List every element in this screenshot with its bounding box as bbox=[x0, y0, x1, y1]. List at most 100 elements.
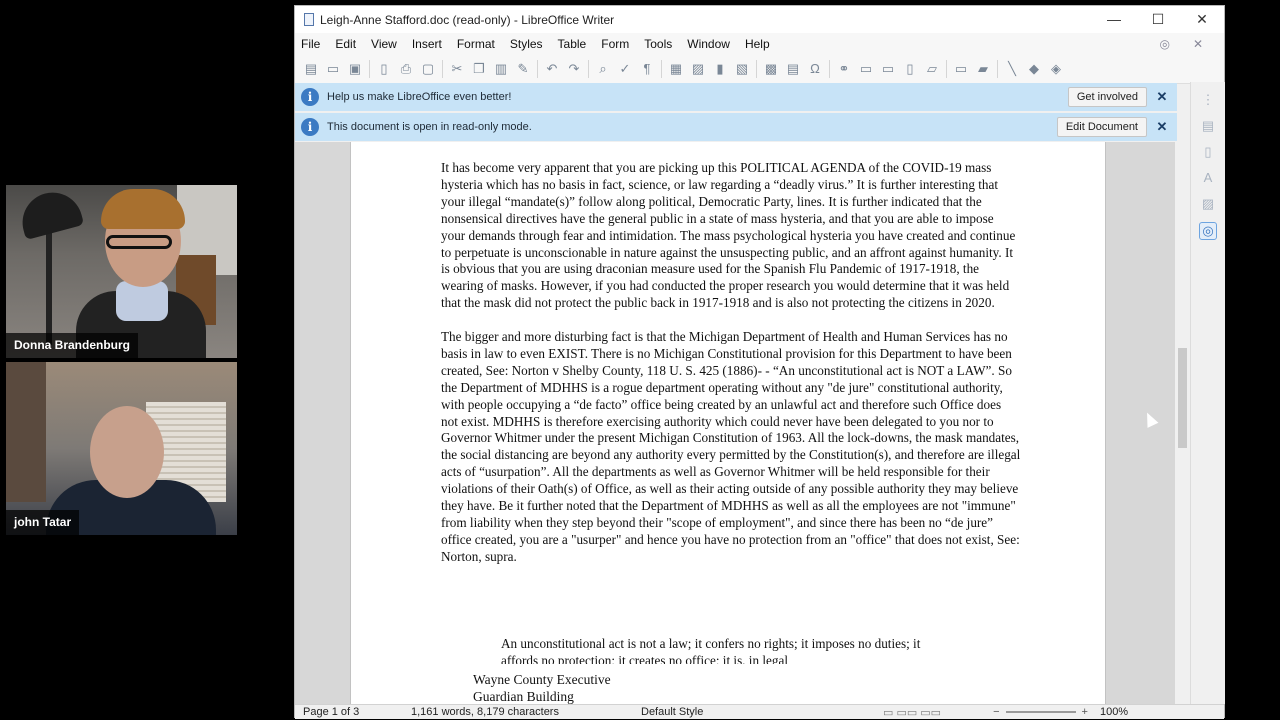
background-door bbox=[6, 362, 46, 502]
navigator-icon[interactable]: ◎ bbox=[1199, 222, 1217, 240]
page-icon[interactable]: ▯ bbox=[1200, 144, 1216, 160]
insert-textbox-icon[interactable]: ▧ bbox=[734, 61, 750, 77]
close-document-icon[interactable]: ✕ bbox=[1193, 37, 1203, 51]
edit-document-button[interactable]: Edit Document bbox=[1056, 117, 1147, 137]
document-area[interactable]: It has become very apparent that you are… bbox=[295, 142, 1175, 704]
maximize-button[interactable]: ☐ bbox=[1136, 11, 1180, 28]
find-replace-icon[interactable]: ⌕ bbox=[595, 61, 611, 77]
vertical-scrollbar[interactable] bbox=[1175, 142, 1189, 704]
close-icon[interactable]: ✕ bbox=[1147, 119, 1177, 135]
print-preview-icon[interactable]: ▢ bbox=[420, 61, 436, 77]
scrollbar-thumb[interactable] bbox=[1178, 348, 1187, 448]
menu-format[interactable]: Format bbox=[457, 37, 495, 51]
zoom-in-icon[interactable]: + bbox=[1082, 706, 1088, 718]
zoom-slider[interactable] bbox=[1005, 711, 1076, 713]
insert-chart-icon[interactable]: ▮ bbox=[712, 61, 728, 77]
toolbar-separator bbox=[588, 60, 589, 78]
footnote-icon[interactable]: ▭ bbox=[858, 61, 874, 77]
cut-icon[interactable]: ✂ bbox=[449, 61, 465, 77]
address-line: Wayne County Executive bbox=[473, 672, 611, 687]
paragraph: It has become very apparent that you are… bbox=[441, 160, 1016, 311]
document-icon bbox=[304, 13, 314, 26]
formatting-marks-icon[interactable]: ¶ bbox=[639, 61, 655, 77]
new-document-icon[interactable]: ▤ bbox=[303, 61, 319, 77]
toolbar-separator bbox=[829, 60, 830, 78]
zoom-level[interactable]: 100% bbox=[1100, 706, 1128, 718]
insert-page-break-icon[interactable]: ▤ bbox=[785, 61, 801, 77]
save-icon[interactable]: ▣ bbox=[347, 61, 363, 77]
close-icon[interactable]: ✕ bbox=[1147, 89, 1177, 105]
globe-icon[interactable]: ◎ bbox=[1159, 37, 1169, 51]
clone-formatting-icon[interactable]: ✎ bbox=[515, 61, 531, 77]
infobar-text: Help us make LibreOffice even better! bbox=[327, 91, 512, 103]
cross-reference-icon[interactable]: ▱ bbox=[924, 61, 940, 77]
more-options-icon[interactable]: ⋮ bbox=[1200, 92, 1216, 108]
insert-field-icon[interactable]: ▩ bbox=[763, 61, 779, 77]
insert-table-icon[interactable]: ▦ bbox=[668, 61, 684, 77]
address-line: Guardian Building bbox=[473, 689, 574, 704]
info-icon: i bbox=[301, 118, 319, 136]
menu-view[interactable]: View bbox=[371, 37, 397, 51]
lamp bbox=[15, 185, 85, 241]
menu-edit[interactable]: Edit bbox=[335, 37, 356, 51]
copy-icon[interactable]: ❐ bbox=[471, 61, 487, 77]
paragraph: The bigger and more disturbing fact is t… bbox=[441, 329, 1021, 564]
bookmark-icon[interactable]: ▯ bbox=[902, 61, 918, 77]
person-hair bbox=[101, 189, 185, 229]
menu-window[interactable]: Window bbox=[687, 37, 730, 51]
track-changes-icon[interactable]: ▰ bbox=[975, 61, 991, 77]
writer-window: Leigh-Anne Stafford.doc (read-only) - Li… bbox=[294, 5, 1225, 719]
properties-icon[interactable]: ▤ bbox=[1200, 118, 1216, 134]
infobar-text: This document is open in read-only mode. bbox=[327, 121, 532, 133]
toolbar-separator bbox=[661, 60, 662, 78]
comment-icon[interactable]: ▭ bbox=[953, 61, 969, 77]
insert-image-icon[interactable]: ▨ bbox=[690, 61, 706, 77]
redo-icon[interactable]: ↷ bbox=[566, 61, 582, 77]
menu-help[interactable]: Help bbox=[745, 37, 770, 51]
minimize-button[interactable]: — bbox=[1092, 11, 1136, 28]
print-icon[interactable]: ⎙ bbox=[398, 61, 414, 77]
menu-form[interactable]: Form bbox=[601, 37, 629, 51]
undo-icon[interactable]: ↶ bbox=[544, 61, 560, 77]
video-tile-2: john Tatar bbox=[6, 362, 237, 535]
menu-file[interactable]: File bbox=[301, 37, 320, 51]
word-count: 1,161 words, 8,179 characters bbox=[411, 706, 559, 718]
lamp-stem bbox=[46, 225, 52, 345]
paste-icon[interactable]: ▥ bbox=[493, 61, 509, 77]
special-character-icon[interactable]: Ω bbox=[807, 61, 823, 77]
insert-line-icon[interactable]: ╲ bbox=[1004, 61, 1020, 77]
toolbar-separator bbox=[369, 60, 370, 78]
participant-name-1: Donna Brandenburg bbox=[6, 333, 138, 358]
glasses bbox=[106, 235, 172, 249]
document-page[interactable]: It has become very apparent that you are… bbox=[350, 142, 1106, 704]
close-button[interactable]: ✕ bbox=[1180, 11, 1224, 28]
toolbar-separator bbox=[442, 60, 443, 78]
info-icon: i bbox=[301, 88, 319, 106]
hyperlink-icon[interactable]: ⚭ bbox=[836, 61, 852, 77]
title-bar: Leigh-Anne Stafford.doc (read-only) - Li… bbox=[295, 6, 1224, 33]
infobar-get-involved: i Help us make LibreOffice even better! … bbox=[295, 83, 1177, 111]
menu-tools[interactable]: Tools bbox=[644, 37, 672, 51]
person-head bbox=[90, 406, 164, 498]
infobar-read-only: i This document is open in read-only mod… bbox=[295, 113, 1177, 141]
toolbar-separator bbox=[756, 60, 757, 78]
video-tile-1: Donna Brandenburg bbox=[6, 185, 237, 358]
status-bar: Page 1 of 3 1,161 words, 8,179 character… bbox=[295, 704, 1224, 719]
export-pdf-icon[interactable]: ▯ bbox=[376, 61, 392, 77]
gallery-icon[interactable]: ▨ bbox=[1200, 196, 1216, 212]
page-style[interactable]: Default Style bbox=[641, 706, 881, 718]
spelling-icon[interactable]: ✓ bbox=[617, 61, 633, 77]
address-block: Wayne County Executive Guardian Building bbox=[473, 671, 611, 704]
basic-shapes-icon[interactable]: ◆ bbox=[1026, 61, 1042, 77]
view-layout-icon[interactable]: ▭ ▭▭ ▭▭ bbox=[883, 706, 941, 719]
zoom-out-icon[interactable]: − bbox=[993, 706, 999, 718]
endnote-icon[interactable]: ▭ bbox=[880, 61, 896, 77]
styles-icon[interactable]: A bbox=[1200, 170, 1216, 186]
menu-table[interactable]: Table bbox=[558, 37, 587, 51]
draw-functions-icon[interactable]: ◈ bbox=[1048, 61, 1064, 77]
menu-insert[interactable]: Insert bbox=[412, 37, 442, 51]
open-folder-icon[interactable]: ▭ bbox=[325, 61, 341, 77]
menu-styles[interactable]: Styles bbox=[510, 37, 543, 51]
get-involved-button[interactable]: Get involved bbox=[1067, 87, 1147, 107]
page-count: Page 1 of 3 bbox=[303, 706, 360, 718]
